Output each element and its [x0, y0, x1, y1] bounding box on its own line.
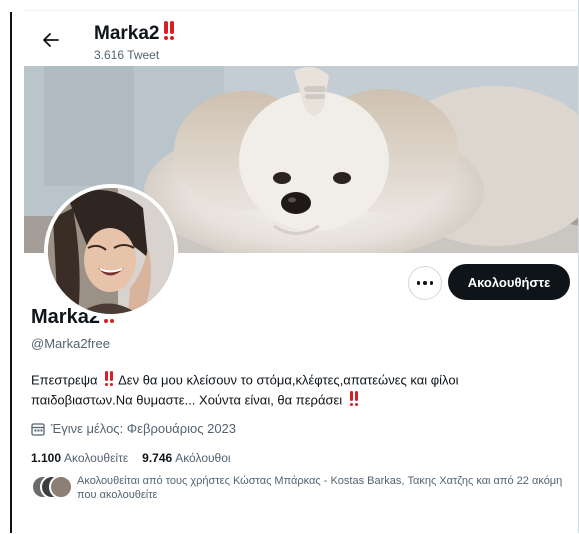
bio-line-1: Επεστρεψα Δεν θα μου κλείσουν το στόμα,κ…	[31, 371, 571, 391]
join-date: Έγινε μέλος: Φεβρουάριος 2023	[31, 421, 236, 436]
avatar[interactable]	[44, 184, 178, 318]
follow-button[interactable]: Ακολουθήστε	[448, 264, 570, 300]
avatar-photo	[48, 188, 174, 314]
tweet-count: 3.616 Tweet	[94, 48, 160, 62]
header-title-text: Marka2	[94, 23, 160, 44]
bio-line-2: παιδοβιαστων.Να θυμαστε... Χούντα είναι,…	[31, 391, 571, 411]
following-count: 1.100	[31, 451, 62, 465]
double-exclamation-icon	[105, 371, 115, 391]
bio-text-c: παιδοβιαστων.Να θυμαστε... Χούντα είναι,…	[31, 392, 343, 408]
back-button[interactable]	[36, 25, 66, 55]
double-exclamation-icon	[163, 21, 176, 47]
followed-by-text: Ακολουθείται από τους χρήστες Κώστας Μπά…	[77, 475, 563, 501]
profile-bio: Επεστρεψα Δεν θα μου κλείσουν το στόμα,κ…	[31, 371, 571, 411]
following-link[interactable]: 1.100 Ακολουθείτε	[31, 451, 128, 465]
more-options-button[interactable]	[408, 266, 442, 300]
followed-by-avatars	[31, 475, 73, 499]
follower-avatar	[49, 475, 73, 499]
profile-header-bar: Marka2 3.616 Tweet	[24, 11, 578, 66]
follow-stats: 1.100 Ακολουθείτε 9.746 Ακόλουθοι	[31, 451, 231, 465]
arrow-left-icon	[43, 33, 59, 47]
bio-text-b: Δεν θα μου κλείσουν το στόμα,κλέφτες,απα…	[118, 372, 459, 388]
profile-handle: @Marka2free	[31, 336, 110, 351]
double-exclamation-icon	[349, 391, 360, 411]
join-date-text: Έγινε μέλος: Φεβρουάριος 2023	[51, 421, 237, 436]
window-left-border	[10, 12, 12, 533]
profile-page: Marka2 3.616 Tweet Ακολουθήστε Marka2 @M…	[24, 10, 578, 534]
calendar-icon	[31, 422, 45, 436]
followers-link[interactable]: 9.746 Ακόλουθοι	[142, 451, 230, 465]
following-label: Ακολουθείτε	[64, 451, 129, 465]
more-horizontal-icon	[416, 281, 434, 285]
bio-text-a: Επεστρεψα	[31, 372, 98, 388]
followed-by-summary[interactable]: Ακολουθείται από τους χρήστες Κώστας Μπά…	[31, 474, 571, 502]
followers-label: Ακόλουθοι	[175, 451, 231, 465]
header-title: Marka2	[94, 21, 176, 47]
followers-count: 9.746	[142, 451, 173, 465]
